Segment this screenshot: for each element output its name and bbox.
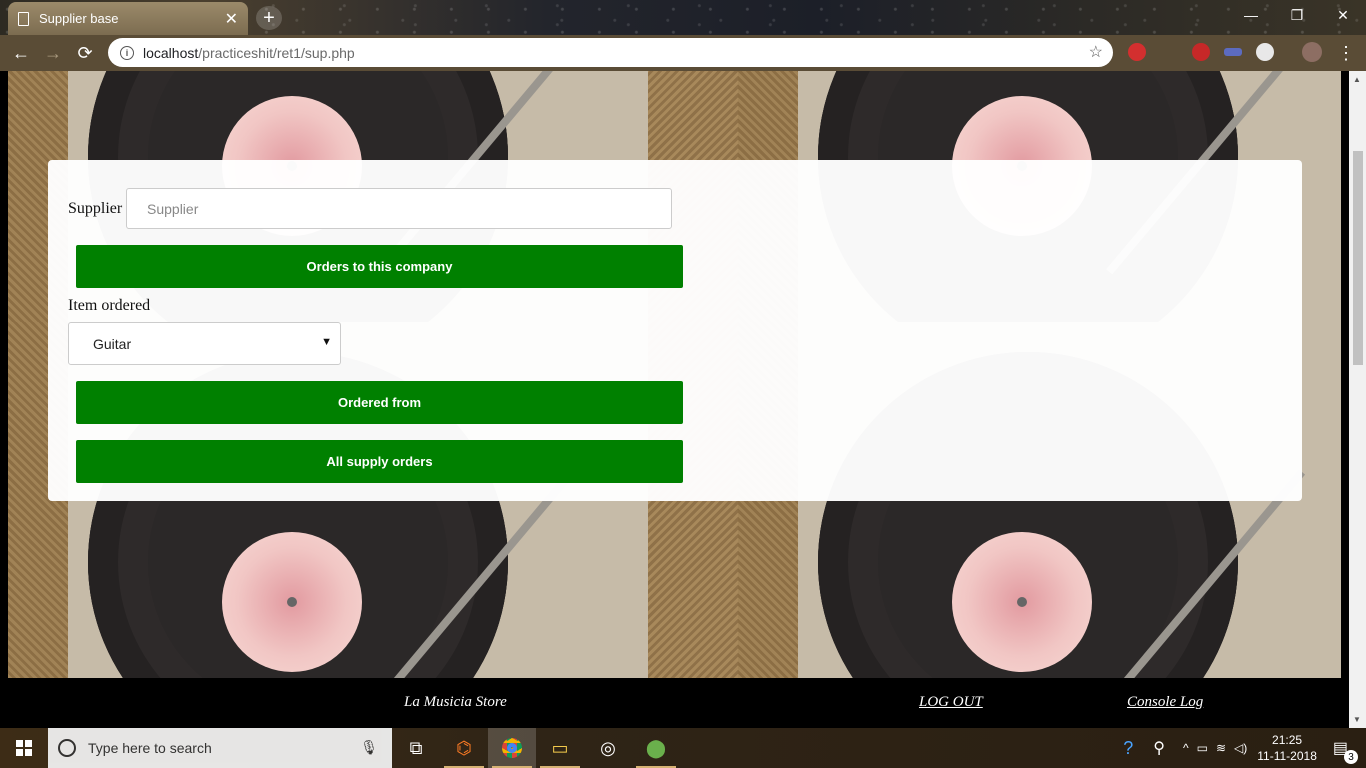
volume-icon[interactable]: ◁) — [1234, 741, 1247, 755]
battery-icon[interactable]: ▭ — [1197, 741, 1208, 755]
browser-toolbar: ← → ⟳ i localhost/practiceshit/ret1/sup.… — [0, 35, 1366, 71]
info-icon[interactable]: i — [120, 45, 134, 60]
minimize-button[interactable]: — — [1228, 0, 1274, 30]
supplier-label: Supplier — [68, 200, 123, 217]
extension-icon[interactable] — [1224, 48, 1242, 56]
system-clock[interactable]: 21:25 11-11-2018 — [1257, 732, 1317, 764]
wifi-icon[interactable]: ≋ — [1216, 741, 1226, 755]
people-icon[interactable]: ⚲ — [1153, 738, 1165, 758]
page-icon — [18, 11, 29, 26]
orders-to-company-button[interactable]: Orders to this company — [76, 245, 683, 288]
close-window-button[interactable]: ✕ — [1320, 0, 1366, 30]
system-tray: ? ⚲ ^ ▭ ≋ ◁) 21:25 11-11-2018 ▤ 3 — [1123, 728, 1366, 768]
taskbar-search[interactable]: Type here to search 🎙 — [48, 728, 392, 768]
supplier-input[interactable] — [126, 188, 672, 229]
notification-badge: 3 — [1344, 750, 1358, 764]
search-placeholder: Type here to search — [88, 740, 212, 756]
tab-title: Supplier base — [39, 11, 119, 26]
address-bar[interactable]: i localhost/practiceshit/ret1/sup.php ☆ — [108, 38, 1113, 67]
extension-icon[interactable] — [1128, 43, 1146, 61]
profile-avatar[interactable] — [1302, 42, 1322, 62]
logout-link[interactable]: LOG OUT — [919, 694, 983, 711]
scrollbar-thumb[interactable] — [1353, 151, 1363, 365]
microphone-icon[interactable]: 🎙 — [360, 739, 378, 756]
item-select[interactable]: Guitar ▼ — [68, 322, 341, 365]
restore-button[interactable]: ❐ — [1274, 0, 1320, 30]
xampp-icon[interactable]: ⌬ — [440, 728, 488, 768]
start-button[interactable] — [0, 728, 48, 768]
menu-icon[interactable]: ⋮ — [1330, 37, 1362, 69]
back-button[interactable]: ← — [5, 37, 37, 69]
reload-button[interactable]: ⟳ — [69, 37, 101, 69]
cortana-icon — [58, 739, 76, 757]
all-supply-orders-button[interactable]: All supply orders — [76, 440, 683, 483]
help-icon[interactable]: ? — [1123, 738, 1133, 759]
media-app-icon[interactable]: ◎ — [584, 728, 632, 768]
chevron-up-icon[interactable]: ^ — [1183, 741, 1189, 755]
item-ordered-label: Item ordered — [68, 297, 151, 314]
adblock-icon[interactable] — [1192, 43, 1210, 61]
url-host: localhost — [143, 44, 199, 61]
browser-tab[interactable]: Supplier base ✕ — [8, 2, 248, 35]
clock-date: 11-11-2018 — [1257, 749, 1317, 763]
console-log-link[interactable]: Console Log — [1127, 694, 1203, 711]
scroll-up-icon[interactable]: ▲ — [1353, 75, 1361, 84]
page-scrollbar[interactable]: ▲ ▼ — [1349, 71, 1366, 728]
scroll-down-icon[interactable]: ▼ — [1353, 715, 1361, 724]
ordered-from-button[interactable]: Ordered from — [76, 381, 683, 424]
browser-titlebar: Supplier base ✕ + — ❐ ✕ — [0, 0, 1366, 35]
clock-time: 21:25 — [1272, 733, 1303, 747]
store-name: La Musicia Store — [404, 694, 507, 710]
windows-logo-icon — [16, 740, 32, 756]
chevron-down-icon: ▼ — [321, 336, 332, 348]
forward-button[interactable]: → — [37, 37, 69, 69]
chrome-icon[interactable] — [488, 728, 536, 768]
close-tab-icon[interactable]: ✕ — [225, 9, 238, 29]
file-explorer-icon[interactable]: ▭ — [536, 728, 584, 768]
supplier-form-card: Supplier Orders to this company Item ord… — [48, 160, 1302, 501]
task-view-icon[interactable]: ⧉ — [392, 728, 440, 768]
bookmark-star-icon[interactable]: ☆ — [1089, 42, 1103, 62]
utorrent-icon[interactable]: ⬤ — [632, 728, 680, 768]
extension-icon[interactable] — [1256, 43, 1274, 61]
item-select-value: Guitar — [93, 335, 132, 352]
new-tab-button[interactable]: + — [256, 6, 282, 30]
action-center-icon[interactable]: ▤ 3 — [1333, 738, 1358, 764]
page-viewport: Supplier Orders to this company Item ord… — [8, 71, 1341, 678]
page-footer: La Musicia Store LOG OUT Console Log — [0, 678, 1366, 728]
windows-taskbar: Type here to search 🎙 ⧉ ⌬ ▭ ◎ ⬤ ? ⚲ ^ ▭ … — [0, 728, 1366, 768]
url-path: /practiceshit/ret1/sup.php — [198, 44, 355, 61]
